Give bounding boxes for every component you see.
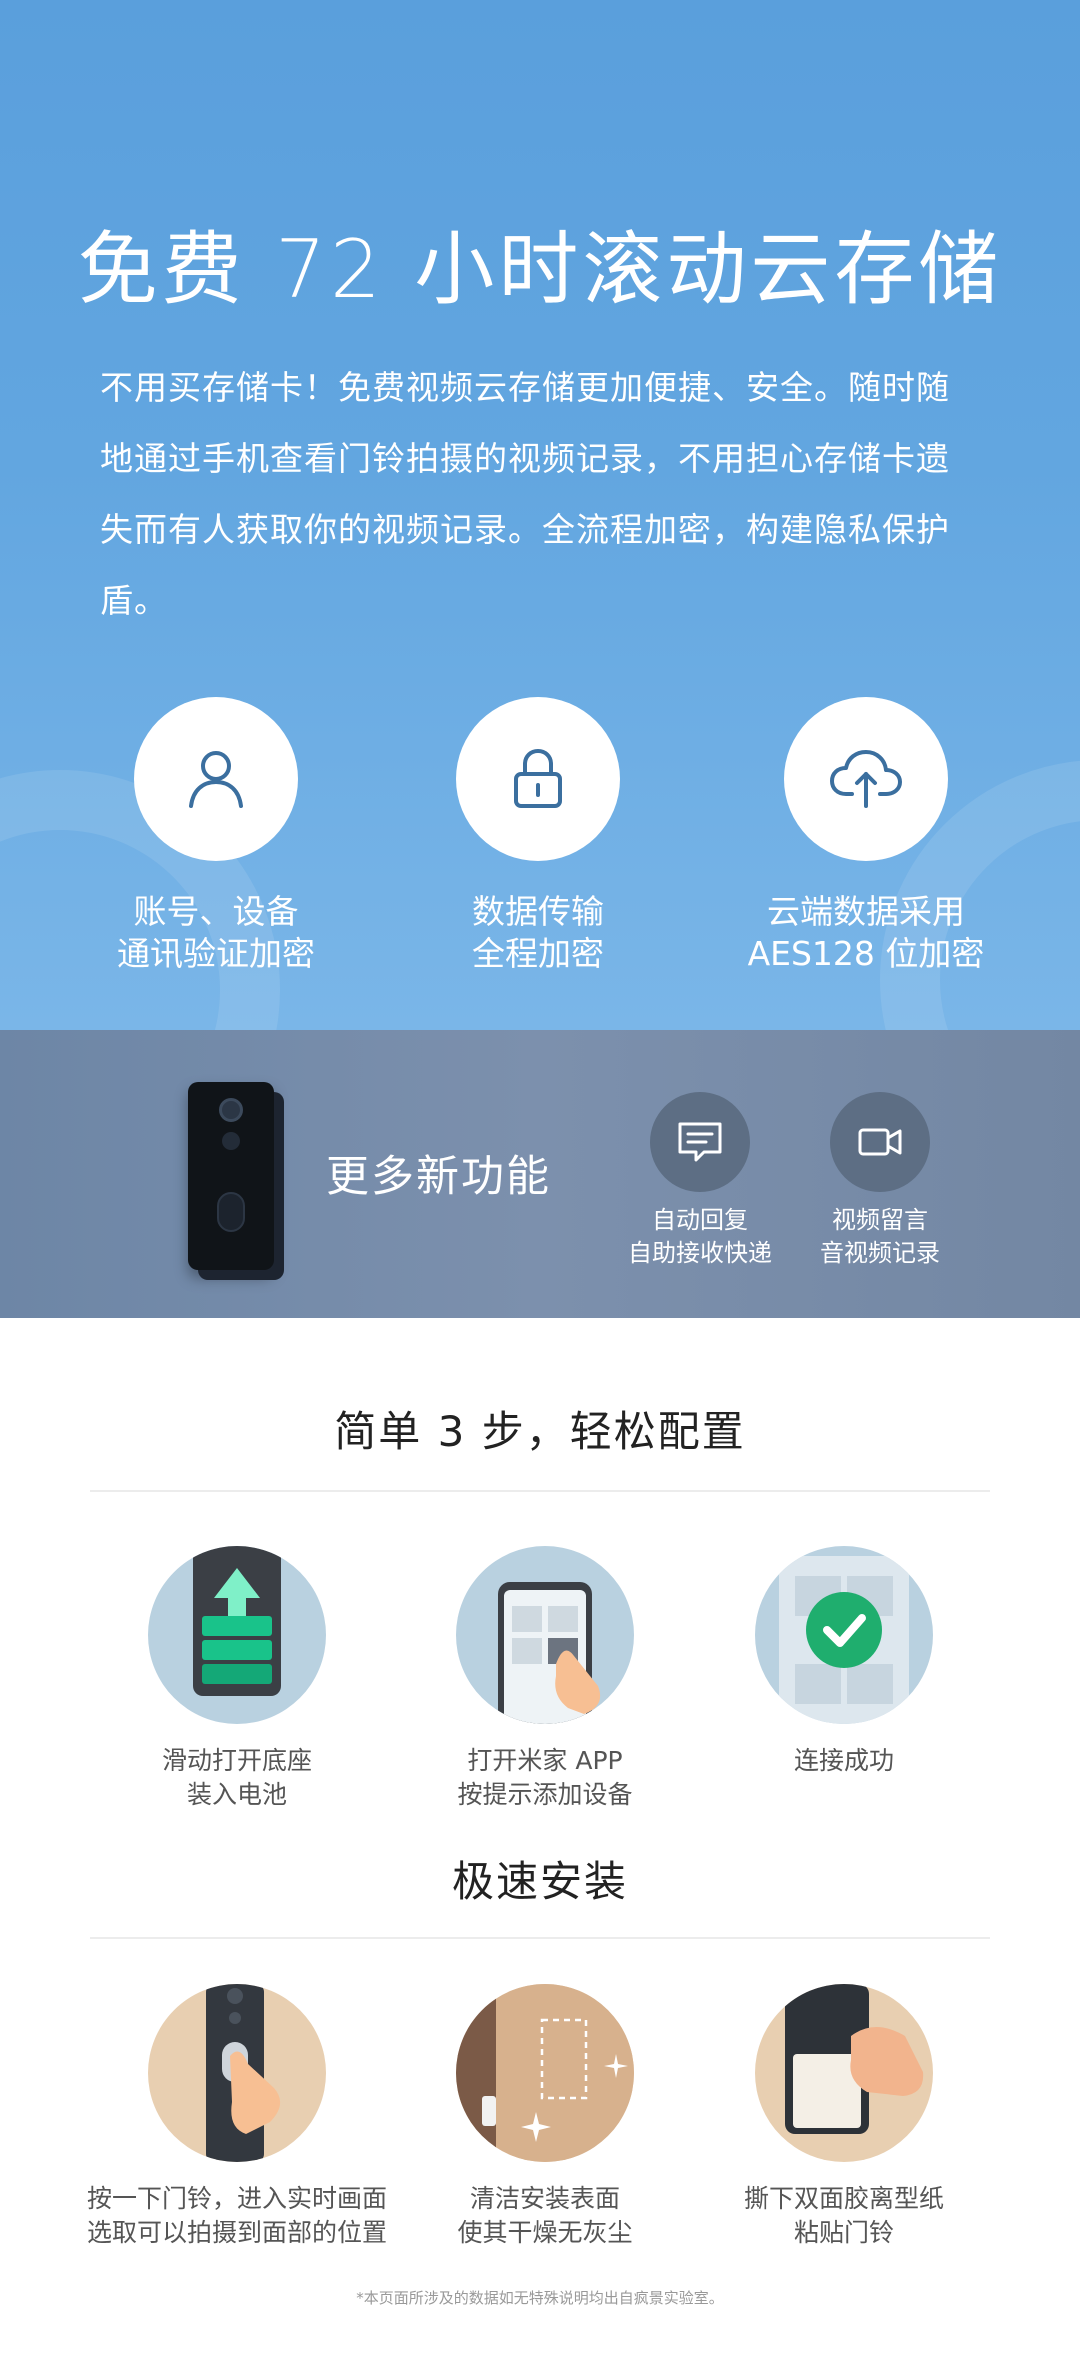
feature-label: 账号、设备 (133, 892, 299, 931)
feature-cloud-encryption: 云端数据采用 AES128 位加密 (716, 697, 1016, 975)
doorbell-image (188, 1082, 274, 1270)
cloud-storage-section: 免费 72 小时滚动云存储 不用买存储卡！免费视频云存储更加便捷、安全。随时随地… (0, 0, 1080, 1030)
feature-transfer-encryption: 数据传输 全程加密 (388, 697, 688, 975)
cloud-upload-icon-circle (784, 697, 948, 861)
step-label: 使其干燥无灰尘 (457, 2218, 633, 2247)
sensor-dot (222, 1132, 240, 1150)
step-label: 撕下双面胶离型纸 (743, 2184, 944, 2213)
feature-label: 音视频记录 (820, 1239, 940, 1267)
phone-app-icon (498, 1582, 601, 1724)
feature-label: 云端数据采用 (767, 892, 965, 931)
doorbell-button (217, 1192, 245, 1232)
phone-app-icon-circle (456, 1546, 634, 1724)
cloud-title: 免费 72 小时滚动云存储 (77, 223, 1003, 316)
feature-account-encryption: 账号、设备 通讯验证加密 (66, 697, 366, 975)
step-press-doorbell: 按一下门铃，进入实时画面 选取可以拍摄到面部的位置 (77, 1984, 397, 2250)
step-install-battery: 滑动打开底座 装入电池 (77, 1546, 397, 1812)
step-connected: 连接成功 (684, 1546, 1004, 1778)
divider (90, 1490, 990, 1492)
check-icon-circle (755, 1546, 933, 1724)
message-icon-circle (650, 1092, 750, 1192)
footnote: *本页面所涉及的数据如无特殊说明均出自疯景实验室。 (356, 2289, 724, 2307)
feature-label: 数据传输 (472, 892, 604, 931)
step-label: 按提示添加设备 (457, 1780, 633, 1809)
press-doorbell-icon-circle (148, 1984, 326, 2162)
step-label: 装入电池 (186, 1780, 287, 1809)
divider (90, 1937, 990, 1939)
install-title: 极速安装 (451, 1857, 628, 1906)
feature-auto-reply: 自动回复 自助接收快递 (600, 1092, 800, 1270)
feature-label: 自动回复 (652, 1206, 748, 1234)
setup-title: 简单 3 步，轻松配置 (334, 1407, 746, 1456)
video-icon-circle (830, 1092, 930, 1192)
cloud-upload-icon (830, 750, 902, 808)
step-label: 打开米家 APP (467, 1746, 623, 1775)
step-open-app: 打开米家 APP 按提示添加设备 (385, 1546, 705, 1812)
peel-tape-icon-circle (755, 1984, 933, 2162)
video-icon (858, 1128, 902, 1156)
feature-label: 视频留言 (832, 1206, 928, 1234)
step-label: 滑动打开底座 (161, 1746, 312, 1775)
step-label: 按一下门铃，进入实时画面 (86, 2184, 387, 2213)
lock-icon-circle (456, 697, 620, 861)
press-doorbell-icon (206, 1984, 281, 2162)
cloud-description: 不用买存储卡！免费视频云存储更加便捷、安全。随时随地通过手机查看门铃拍摄的视频记… (100, 368, 950, 620)
step-label: 清洁安装表面 (469, 2184, 620, 2213)
feature-label: AES128 位加密 (747, 934, 985, 973)
camera-lens (219, 1098, 243, 1122)
battery-icon (193, 1546, 281, 1696)
battery-icon-circle (148, 1546, 326, 1724)
step-peel-tape: 撕下双面胶离型纸 粘贴门铃 (684, 1984, 1004, 2250)
feature-video-message: 视频留言 音视频记录 (780, 1092, 980, 1270)
step-clean-surface: 清洁安装表面 使其干燥无灰尘 (385, 1984, 705, 2250)
check-icon (779, 1556, 909, 1724)
feature-label: 自助接收快递 (628, 1239, 772, 1267)
clean-surface-icon (456, 1984, 634, 2162)
lock-icon (514, 749, 562, 808)
message-icon (678, 1122, 722, 1162)
clean-surface-icon-circle (456, 1984, 634, 2162)
step-label: 粘贴门铃 (793, 2218, 894, 2247)
step-label: 连接成功 (793, 1746, 894, 1775)
more-features-section: 更多新功能 自动回复 自助接收快递 视频留言 音视频记录 (0, 1030, 1080, 1318)
feature-label: 全程加密 (472, 934, 604, 973)
feature-label: 通讯验证加密 (117, 934, 315, 973)
more-features-title: 更多新功能 (326, 1152, 551, 1202)
step-label: 选取可以拍摄到面部的位置 (86, 2218, 387, 2247)
user-icon-circle (134, 697, 298, 861)
peel-tape-icon (785, 1984, 924, 2134)
user-icon (189, 751, 243, 808)
